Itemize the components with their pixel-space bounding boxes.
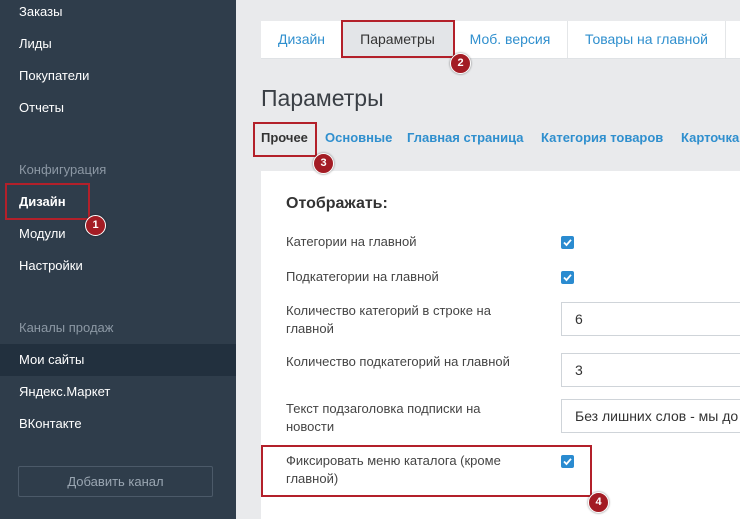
tab-mobile-version[interactable]: Моб. версия [453, 21, 568, 58]
tab-design[interactable]: Дизайн [261, 21, 343, 58]
sidebar: Заказы Лиды Покупатели Отчеты Конфигурац… [0, 0, 236, 519]
subtab-main[interactable]: Основные [325, 130, 392, 145]
input-subcategories-count[interactable]: 3 [561, 353, 740, 387]
sidebar-item-my-sites[interactable]: Мои сайты [0, 344, 236, 376]
checkbox-categories-on-home[interactable] [561, 236, 574, 249]
sidebar-item-reports[interactable]: Отчеты [0, 92, 236, 124]
tabs-bar: Дизайн Параметры Моб. версия Товары на г… [261, 21, 740, 59]
subtab-home-page[interactable]: Главная страница [407, 130, 523, 145]
sidebar-item-modules[interactable]: Модули [0, 218, 236, 250]
add-channel-button[interactable]: Добавить канал [18, 466, 213, 497]
sidebar-item-customers[interactable]: Покупатели [0, 60, 236, 92]
sidebar-item-orders[interactable]: Заказы [0, 0, 236, 28]
check-icon [563, 458, 572, 466]
tab-parameters[interactable]: Параметры [343, 21, 453, 58]
page-title: Параметры [261, 85, 384, 111]
sidebar-item-vkontakte[interactable]: ВКонтакте [0, 408, 236, 440]
sidebar-item-yandex-market[interactable]: Яндекс.Маркет [0, 376, 236, 408]
annotation-badge-2: 2 [450, 53, 471, 74]
label-fix-catalog-menu: Фиксировать меню каталога (кроме главной… [286, 453, 501, 486]
subtab-product-category[interactable]: Категория товаров [541, 130, 663, 145]
tab-products-on-home[interactable]: Товары на главной [568, 21, 726, 58]
subtab-product-card[interactable]: Карточка [681, 130, 739, 145]
check-icon [563, 239, 572, 247]
annotation-badge-4: 4 [588, 492, 609, 513]
label-subcategories-on-home: Подкатегории на главной [286, 269, 439, 284]
sidebar-section-sales-channels: Каналы продаж [19, 320, 114, 335]
sidebar-item-design[interactable]: Дизайн [0, 186, 236, 218]
subtab-other[interactable]: Прочее [261, 130, 308, 145]
input-categories-per-row[interactable]: 6 [561, 302, 740, 336]
sidebar-section-configuration: Конфигурация [19, 162, 107, 177]
panel-heading: Отображать: [286, 195, 388, 212]
checkbox-fix-catalog-menu[interactable] [561, 455, 574, 468]
label-subcategories-count: Количество подкатегорий на главной [286, 354, 510, 369]
input-subscription-subtitle[interactable]: Без лишних слов - мы до [561, 399, 740, 433]
settings-panel: Отображать: Категории на главной Подкате… [261, 171, 740, 519]
checkbox-subcategories-on-home[interactable] [561, 271, 574, 284]
label-categories-per-row: Количество категорий в строке на главной [286, 303, 491, 336]
label-categories-on-home: Категории на главной [286, 234, 417, 249]
main-content: Дизайн Параметры Моб. версия Товары на г… [236, 0, 740, 519]
sidebar-item-settings[interactable]: Настройки [0, 250, 236, 282]
annotation-badge-3: 3 [313, 153, 334, 174]
check-icon [563, 274, 572, 282]
label-subscription-subtitle: Текст подзаголовка подписки на новости [286, 401, 481, 434]
annotation-badge-1: 1 [85, 215, 106, 236]
sidebar-item-leads[interactable]: Лиды [0, 28, 236, 60]
